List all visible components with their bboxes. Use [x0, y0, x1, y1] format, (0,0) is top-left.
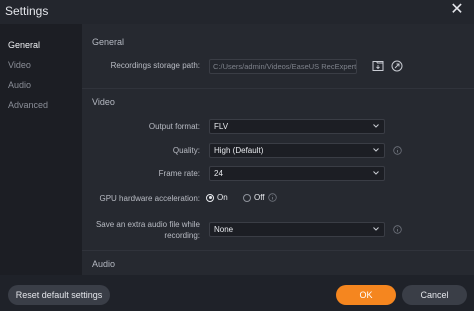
output-format-select[interactable]: FLV — [209, 119, 385, 134]
gpu-acceleration-label: GPU hardware acceleration: — [99, 194, 201, 203]
chevron-down-icon — [373, 148, 379, 152]
sidebar: General Video Audio Advanced — [0, 24, 82, 311]
chevron-down-icon — [373, 124, 379, 128]
settings-panel: General Recordings storage path: C:/User… — [82, 24, 474, 275]
extra-audio-select[interactable]: None — [209, 222, 385, 237]
frame-rate-value: 24 — [214, 169, 223, 178]
radio-checked-indicator — [206, 193, 214, 202]
section-title-audio: Audio — [92, 259, 116, 269]
output-format-value: FLV — [214, 122, 229, 131]
gpu-on-radio[interactable]: On — [206, 193, 228, 202]
extra-audio-label-line1: Save an extra audio file while — [95, 220, 200, 229]
chevron-down-icon — [373, 227, 379, 231]
extra-audio-label-line2: recording: — [164, 231, 200, 240]
info-icon[interactable] — [393, 225, 402, 234]
gpu-off-label: Off — [254, 193, 265, 202]
output-format-label: Output format: — [148, 122, 200, 131]
sidebar-item-audio[interactable]: Audio — [8, 80, 31, 90]
sidebar-item-general[interactable]: General — [8, 40, 40, 50]
reset-default-button[interactable]: Reset default settings — [8, 285, 110, 305]
frame-rate-select[interactable]: 24 — [209, 166, 385, 181]
storage-path-field[interactable]: C:/Users/admin/Videos/EaseUS RecExperts — [209, 59, 357, 74]
divider — [82, 88, 474, 89]
extra-audio-label: Save an extra audio file while recording… — [82, 219, 200, 241]
open-folder-icon[interactable] — [391, 59, 403, 72]
close-icon[interactable]: ✕ — [448, 1, 466, 19]
frame-rate-label: Frame rate: — [158, 169, 200, 178]
sidebar-item-video[interactable]: Video — [8, 60, 31, 70]
storage-path-label: Recordings storage path: — [110, 61, 200, 70]
sidebar-item-advanced[interactable]: Advanced — [8, 100, 48, 110]
quality-select[interactable]: High (Default) — [209, 143, 385, 158]
ok-button[interactable]: OK — [336, 285, 396, 305]
gpu-on-label: On — [217, 193, 228, 202]
section-title-video: Video — [92, 97, 115, 107]
info-icon[interactable] — [268, 193, 277, 202]
quality-value: High (Default) — [214, 146, 264, 155]
extra-audio-value: None — [214, 225, 234, 234]
gpu-off-radio[interactable]: Off — [243, 193, 265, 202]
quality-label: Quality: — [172, 146, 200, 155]
footer: Reset default settings OK Cancel — [0, 275, 474, 311]
chevron-down-icon — [373, 171, 379, 175]
folder-icon[interactable] — [372, 59, 384, 71]
section-title-general: General — [92, 37, 125, 47]
title-bar: Settings ✕ — [0, 0, 474, 24]
radio-unchecked-indicator — [243, 193, 251, 202]
cancel-button[interactable]: Cancel — [402, 285, 467, 305]
info-icon[interactable] — [393, 146, 402, 155]
window-title: Settings — [5, 4, 49, 18]
divider — [82, 250, 474, 251]
